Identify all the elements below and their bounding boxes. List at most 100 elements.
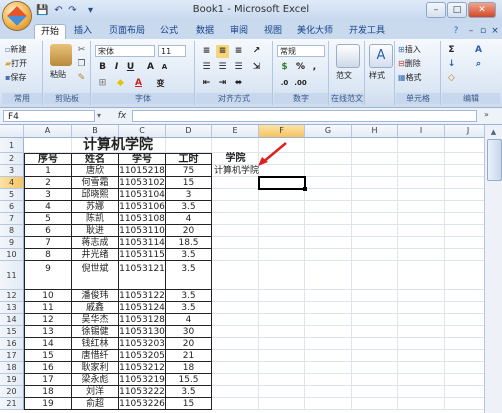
cell[interactable] xyxy=(352,302,398,314)
insert-cells-button[interactable]: ⊞插入 xyxy=(398,43,421,56)
cell[interactable] xyxy=(305,326,352,338)
hours-cell[interactable]: 3.5 xyxy=(166,249,212,261)
cell[interactable] xyxy=(212,249,259,261)
seq-cell[interactable]: 5 xyxy=(24,213,72,225)
name-cell[interactable]: 唐欣 xyxy=(72,165,119,177)
comma-button[interactable]: , xyxy=(308,61,321,74)
cell[interactable] xyxy=(445,177,484,189)
cell[interactable] xyxy=(352,398,398,410)
expand-formula-bar-icon[interactable]: » xyxy=(484,110,489,119)
name-cell[interactable]: 耿进 xyxy=(72,225,119,237)
name-cell[interactable]: 蒋志成 xyxy=(72,237,119,249)
cell[interactable] xyxy=(445,225,484,237)
select-all-corner[interactable] xyxy=(0,125,24,138)
column-header[interactable]: H xyxy=(352,125,398,138)
table-header-cell[interactable]: 工时 xyxy=(166,153,212,165)
cell[interactable] xyxy=(212,290,259,302)
seq-cell[interactable]: 19 xyxy=(24,398,72,410)
cell[interactable] xyxy=(259,314,305,326)
hours-cell[interactable]: 3 xyxy=(166,189,212,201)
ribbon-close-icon[interactable]: × xyxy=(490,24,500,39)
cell[interactable] xyxy=(305,338,352,350)
tab-review[interactable]: 审阅 xyxy=(226,24,252,39)
column-header[interactable]: J xyxy=(445,125,484,138)
ribbon-minimize-icon[interactable]: – xyxy=(466,24,476,39)
row-header[interactable]: 15 xyxy=(0,326,24,338)
cell[interactable] xyxy=(352,261,398,290)
cell[interactable] xyxy=(445,326,484,338)
cell[interactable] xyxy=(305,302,352,314)
help-icon[interactable]: ? xyxy=(450,24,462,39)
seq-cell[interactable]: 18 xyxy=(24,386,72,398)
row-header[interactable]: 13 xyxy=(0,302,24,314)
cell[interactable] xyxy=(259,362,305,374)
seq-cell[interactable]: 4 xyxy=(24,201,72,213)
row-header[interactable]: 9 xyxy=(0,237,24,249)
name-cell[interactable]: 何雪霜 xyxy=(72,177,119,189)
tab-insert[interactable]: 插入 xyxy=(70,24,96,39)
cell[interactable] xyxy=(305,165,352,177)
student-id-cell[interactable]: 11053121 xyxy=(119,261,166,290)
column-header[interactable]: I xyxy=(398,125,445,138)
name-cell[interactable]: 唐惜纤 xyxy=(72,350,119,362)
cell[interactable] xyxy=(398,362,445,374)
cell[interactable] xyxy=(212,374,259,386)
cell[interactable] xyxy=(259,290,305,302)
cell[interactable] xyxy=(305,225,352,237)
grow-font-button[interactable]: A xyxy=(144,61,157,74)
cell[interactable] xyxy=(445,237,484,249)
cell[interactable] xyxy=(212,350,259,362)
student-id-cell[interactable]: 11053104 xyxy=(119,189,166,201)
cell[interactable] xyxy=(352,237,398,249)
cell[interactable] xyxy=(259,350,305,362)
name-cell[interactable]: 俞超 xyxy=(72,398,119,410)
format-painter-icon[interactable]: ✎ xyxy=(75,72,88,85)
cell[interactable] xyxy=(305,386,352,398)
cell[interactable] xyxy=(398,225,445,237)
cell[interactable] xyxy=(352,350,398,362)
cell[interactable] xyxy=(398,189,445,201)
seq-cell[interactable]: 9 xyxy=(24,261,72,290)
format-cells-button[interactable]: ▦格式 xyxy=(398,71,422,84)
active-cell[interactable] xyxy=(258,176,307,191)
cell[interactable] xyxy=(259,189,305,201)
student-id-cell[interactable]: 11053222 xyxy=(119,386,166,398)
sort-filter-button[interactable]: A xyxy=(472,44,485,57)
paste-icon[interactable] xyxy=(50,44,72,66)
tab-home[interactable]: 开始 xyxy=(34,24,66,40)
row-header[interactable]: 5 xyxy=(0,189,24,201)
cell[interactable] xyxy=(259,213,305,225)
hours-cell[interactable]: 4 xyxy=(166,213,212,225)
name-cell[interactable]: 邱晓熙 xyxy=(72,189,119,201)
formula-input[interactable] xyxy=(132,110,477,122)
cell[interactable] xyxy=(305,201,352,213)
seq-cell[interactable]: 11 xyxy=(24,302,72,314)
cell[interactable] xyxy=(305,290,352,302)
decrease-indent-icon[interactable]: ⇤ xyxy=(200,77,213,90)
cell[interactable] xyxy=(212,326,259,338)
column-header[interactable]: F xyxy=(259,125,305,138)
name-cell[interactable]: 梁永彪 xyxy=(72,374,119,386)
merge-center-icon[interactable]: ⬌ xyxy=(232,77,245,90)
maximize-button[interactable]: □ xyxy=(447,2,467,18)
cell[interactable] xyxy=(305,398,352,410)
cell[interactable] xyxy=(398,314,445,326)
column-header[interactable]: E xyxy=(212,125,259,138)
cell[interactable] xyxy=(445,290,484,302)
hours-cell[interactable]: 20 xyxy=(166,225,212,237)
seq-cell[interactable]: 2 xyxy=(24,177,72,189)
fanwen-button[interactable]: 范文 xyxy=(336,69,352,82)
cell[interactable] xyxy=(259,398,305,410)
fill-color-icon[interactable]: ◆ xyxy=(114,77,127,90)
increase-decimal-icon[interactable]: .0 xyxy=(278,77,291,90)
cell[interactable] xyxy=(305,189,352,201)
cell[interactable] xyxy=(352,290,398,302)
seq-cell[interactable]: 14 xyxy=(24,338,72,350)
cell[interactable] xyxy=(352,165,398,177)
cell[interactable] xyxy=(445,362,484,374)
table-header-cell[interactable]: 学号 xyxy=(119,153,166,165)
name-cell[interactable]: 徐锡健 xyxy=(72,326,119,338)
student-id-cell[interactable]: 11053102 xyxy=(119,177,166,189)
cell[interactable] xyxy=(212,302,259,314)
cell[interactable] xyxy=(352,213,398,225)
